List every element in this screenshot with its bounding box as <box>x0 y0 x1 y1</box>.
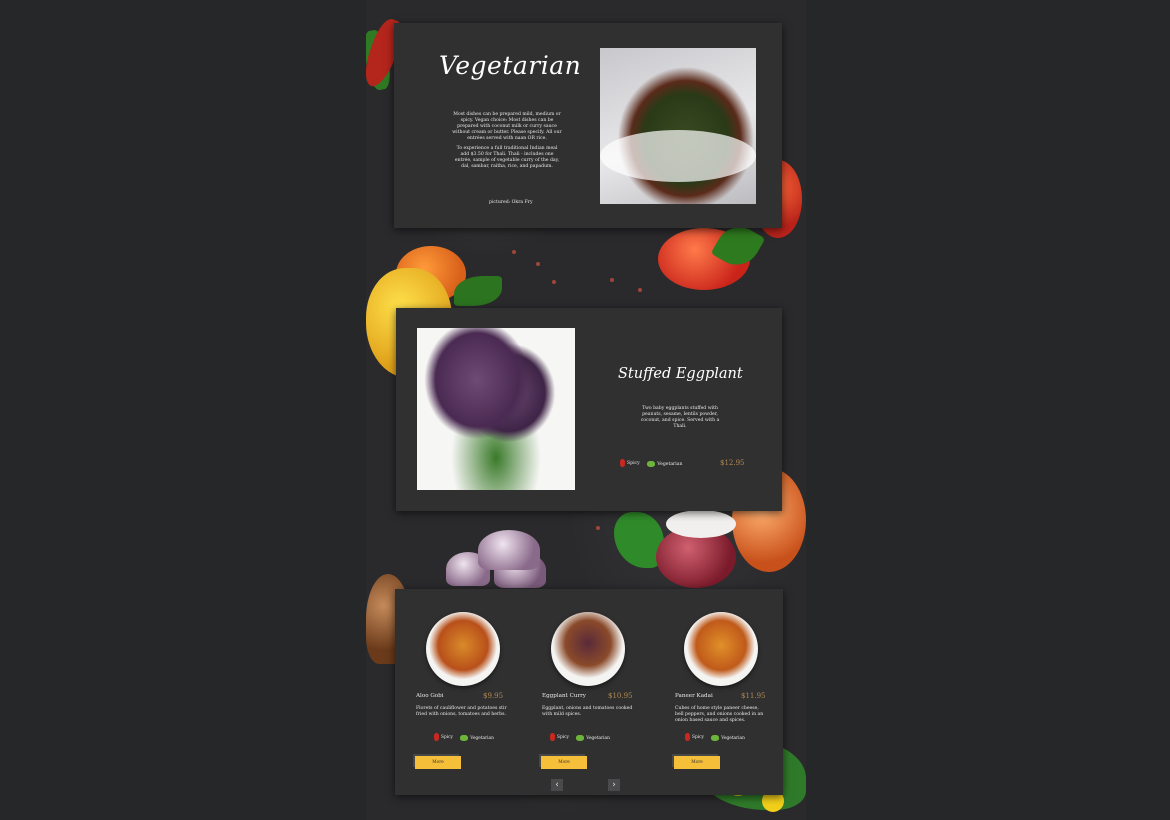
more-button[interactable]: More <box>674 756 720 769</box>
item-name: Paneer Kadai <box>675 693 713 699</box>
spicy-tag: Spicy <box>620 459 640 467</box>
plate <box>600 130 756 182</box>
peppercorn-decoration <box>596 526 600 530</box>
item-name: Aloo Gobi <box>416 693 444 699</box>
photo-caption: pictured: Okra Fry <box>489 200 533 205</box>
dish-carousel-card: Aloo Gobi $9.95 Florets of cauliflower a… <box>395 589 783 795</box>
item-price: $10.95 <box>608 692 633 700</box>
item-description: Eggplant, onions and tomatoes cooked wit… <box>542 706 633 717</box>
peppercorn-decoration <box>552 280 556 284</box>
featured-dish-card: Stuffed Eggplant Two baby eggplants stuf… <box>396 308 782 511</box>
mushroom-decoration <box>478 530 540 570</box>
stuffed-eggplant-photo <box>417 328 575 490</box>
vegetarian-label: Vegetarian <box>721 735 745 741</box>
item-price: $9.95 <box>483 692 504 700</box>
chevron-right-icon[interactable]: › <box>608 779 620 791</box>
peppercorn-decoration <box>536 262 540 266</box>
spicy-tag: Spicy <box>550 733 569 741</box>
spicy-tag: Spicy <box>434 733 453 741</box>
peppercorn-decoration <box>512 250 516 254</box>
item-price: $11.95 <box>741 692 766 700</box>
leaf-icon <box>576 735 585 741</box>
vegetarian-label: Vegetarian <box>586 735 610 741</box>
eggplant-curry-photo <box>551 612 625 686</box>
vegetarian-label: Vegetarian <box>470 735 494 741</box>
chevron-left-icon[interactable]: ‹ <box>551 779 563 791</box>
chili-icon <box>550 733 555 741</box>
item-description: Florets of cauliflower and potatoes stir… <box>416 706 507 717</box>
leaf-icon <box>711 735 720 741</box>
leaf-decoration <box>454 276 502 306</box>
spicy-label: Spicy <box>441 734 453 740</box>
item-tags: Spicy Vegetarian <box>550 733 616 743</box>
dish-tags: Spicy Vegetarian <box>620 459 688 469</box>
paneer-kadai-photo <box>684 612 758 686</box>
item-tags: Spicy Vegetarian <box>434 733 500 743</box>
menu-stage: Vegetarian Most dishes can be prepared m… <box>366 0 806 820</box>
aloo-gobi-photo <box>426 612 500 686</box>
vegetarian-tag: Vegetarian <box>711 735 745 741</box>
more-button[interactable]: More <box>541 756 587 769</box>
leaf-icon <box>647 461 656 467</box>
dish-description: Two baby eggplants stuffed with peanuts,… <box>640 405 720 430</box>
carousel-item: Paneer Kadai $11.95 Cubes of home style … <box>667 589 787 795</box>
vegetarian-tag: Vegetarian <box>460 735 494 741</box>
chili-icon <box>434 733 439 741</box>
dish-price: $12.95 <box>720 459 745 467</box>
vegetarian-tag: Vegetarian <box>647 461 682 467</box>
section-description: Most dishes can be prepared mild, medium… <box>452 111 562 141</box>
carousel-item: Eggplant Curry $10.95 Eggplant, onions a… <box>534 589 654 795</box>
spicy-label: Spicy <box>692 734 704 740</box>
section-title: Vegetarian <box>439 51 582 80</box>
more-button[interactable]: More <box>415 756 461 769</box>
dish-title: Stuffed Eggplant <box>618 366 743 382</box>
chili-icon <box>685 733 690 741</box>
leaf-icon <box>460 735 469 741</box>
thali-description: To experience a full traditional Indian … <box>454 145 560 169</box>
spicy-tag: Spicy <box>685 733 704 741</box>
chili-icon <box>620 459 625 467</box>
peppercorn-decoration <box>610 278 614 282</box>
spicy-label: Spicy <box>557 734 569 740</box>
peppercorn-decoration <box>638 288 642 292</box>
vegetarian-tag: Vegetarian <box>576 735 610 741</box>
item-tags: Spicy Vegetarian <box>685 733 751 743</box>
vegetarian-intro-card: Vegetarian Most dishes can be prepared m… <box>394 23 782 228</box>
item-description: Cubes of home style paneer cheese, bell … <box>675 706 764 723</box>
okra-fry-photo <box>600 48 756 204</box>
carousel-item: Aloo Gobi $9.95 Florets of cauliflower a… <box>408 589 528 795</box>
item-name: Eggplant Curry <box>542 693 586 699</box>
spicy-label: Spicy <box>627 460 640 466</box>
vegetarian-label: Vegetarian <box>657 461 683 467</box>
onion-slice-decoration <box>666 510 736 538</box>
